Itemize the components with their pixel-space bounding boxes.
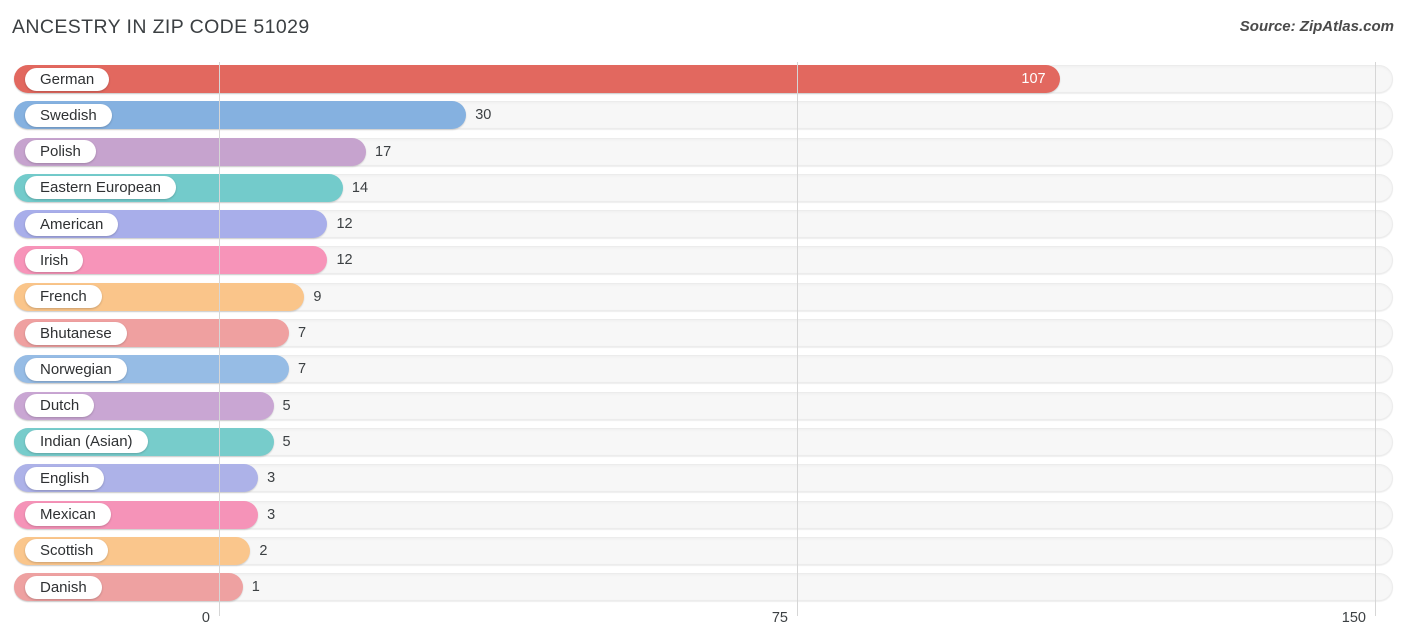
bar-value-label: 30 — [475, 107, 492, 124]
bar-value-label: 17 — [375, 143, 392, 160]
bar-value-label: 9 — [313, 288, 322, 305]
category-label: Bhutanese — [25, 321, 127, 345]
category-label: American — [25, 212, 119, 236]
category-label: Scottish — [25, 539, 109, 563]
bar-value-label: 14 — [351, 179, 369, 196]
bar-value-label: 2 — [259, 542, 268, 559]
bar-row[interactable]: 3 English — [0, 461, 1406, 497]
bar-row[interactable]: 1 Danish — [0, 570, 1406, 606]
plot-area: 107 German 30 Swedish 17 Polish 14 Eastern Euro… — [0, 62, 1406, 616]
chart-page: ANCESTRY IN ZIP CODE 51029 Source: ZipAt… — [0, 0, 1406, 644]
x-axis-tick-label: 150 — [1341, 610, 1366, 626]
category-label: Danish — [25, 575, 102, 599]
bar-value-label: 12 — [336, 216, 353, 233]
bar-value-label: 3 — [267, 506, 276, 523]
category-label: German — [25, 67, 110, 91]
bar-value-label: 7 — [297, 325, 307, 342]
bar-value-label: 3 — [267, 470, 276, 487]
bar-row[interactable]: 12 Irish — [0, 243, 1406, 279]
category-label: Polish — [25, 140, 96, 164]
category-label: Dutch — [25, 394, 95, 418]
x-axis-tick-label: 75 — [771, 610, 788, 626]
category-label: English — [25, 466, 105, 490]
bar-value-label: 1 — [251, 579, 260, 596]
bar-row-list: 107 German 30 Swedish 17 Polish 14 Eastern Euro… — [0, 62, 1406, 606]
x-axis-tick-label: 0 — [201, 610, 210, 626]
bar-row[interactable]: 7 Bhutanese — [0, 316, 1406, 352]
bar-row[interactable]: 5 Indian (Asian) — [0, 425, 1406, 461]
x-axis: 0 75 150 — [0, 608, 1406, 644]
category-label: French — [25, 285, 102, 309]
category-label: Irish — [25, 248, 84, 272]
bar-row[interactable]: 5 Dutch — [0, 389, 1406, 425]
bar-value-label: 7 — [297, 361, 307, 378]
bar-row[interactable]: 107 German — [0, 62, 1406, 98]
category-label: Eastern European — [25, 176, 176, 200]
page-title: ANCESTRY IN ZIP CODE 51029 — [12, 16, 310, 38]
bar-value-label: 12 — [336, 252, 353, 269]
bar-row[interactable]: 7 Norwegian — [0, 352, 1406, 388]
bar[interactable] — [14, 65, 1060, 93]
category-label: Mexican — [25, 503, 111, 527]
bar-row[interactable]: 17 Polish — [0, 135, 1406, 171]
bar-row[interactable]: 2 Scottish — [0, 534, 1406, 570]
bar-value-label: 5 — [282, 433, 291, 450]
source-attribution: Source: ZipAtlas.com — [1239, 18, 1394, 35]
category-label: Indian (Asian) — [25, 430, 148, 454]
bar-row[interactable]: 9 French — [0, 280, 1406, 316]
bar-row[interactable]: 30 Swedish — [0, 98, 1406, 134]
category-label: Swedish — [25, 103, 112, 127]
bar-value-label: 107 — [1021, 71, 1046, 87]
bar-row[interactable]: 12 American — [0, 207, 1406, 243]
bar-row[interactable]: 14 Eastern European — [0, 171, 1406, 207]
bar-row[interactable]: 3 Mexican — [0, 498, 1406, 534]
bar-value-label: 5 — [282, 397, 291, 414]
category-label: Norwegian — [25, 357, 127, 381]
